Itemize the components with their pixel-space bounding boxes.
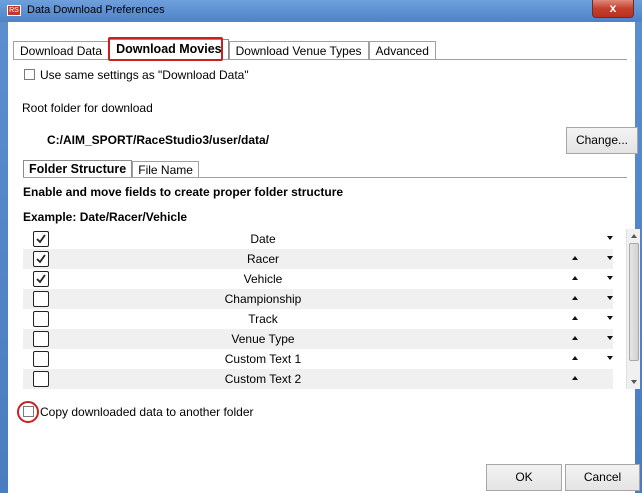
tab-file-name[interactable]: File Name	[132, 161, 199, 178]
title-bar[interactable]: RS Data Download Preferences x	[0, 0, 642, 22]
move-up-icon[interactable]	[570, 353, 580, 363]
checkmark-icon	[36, 234, 46, 244]
app-icon: RS	[7, 5, 21, 16]
root-folder-label: Root folder for download	[22, 101, 153, 115]
copy-data-label: Copy downloaded data to another folder	[40, 405, 254, 419]
sub-tab-divider	[23, 177, 627, 178]
tab-folder-structure[interactable]: Folder Structure	[23, 160, 133, 178]
tab-download-movies[interactable]: Download Movies	[109, 39, 229, 60]
field-checkbox[interactable]	[33, 331, 49, 347]
field-label: Championship	[224, 292, 302, 306]
list-item: Vehicle	[23, 269, 613, 289]
list-item: Championship	[23, 289, 613, 309]
move-down-icon[interactable]	[605, 313, 615, 323]
move-up-icon[interactable]	[570, 293, 580, 303]
root-folder-path: C:/AIM_SPORT/RaceStudio3/user/data/	[47, 133, 270, 147]
change-folder-button[interactable]: Change...	[566, 127, 638, 154]
checkmark-icon	[36, 254, 46, 264]
move-up-icon[interactable]	[570, 313, 580, 323]
scroll-down-icon[interactable]	[630, 378, 638, 386]
instructions-text: Enable and move fields to create proper …	[23, 185, 344, 199]
field-label: Vehicle	[243, 272, 283, 286]
sub-tab-bar: Folder Structure File Name	[23, 160, 199, 178]
tab-download-venue-types[interactable]: Download Venue Types	[228, 41, 369, 60]
close-button[interactable]: x	[592, 0, 634, 18]
list-scrollbar[interactable]	[626, 229, 640, 389]
move-down-icon[interactable]	[605, 293, 615, 303]
copy-data-checkbox[interactable]	[23, 406, 34, 417]
field-checkbox[interactable]	[33, 291, 49, 307]
scroll-thumb[interactable]	[629, 243, 639, 361]
move-up-icon[interactable]	[570, 273, 580, 283]
use-same-checkbox[interactable]	[24, 69, 35, 80]
tab-bar-divider	[13, 59, 627, 60]
field-checkbox[interactable]	[33, 271, 49, 287]
move-down-icon[interactable]	[605, 273, 615, 283]
list-item: Custom Text 1	[23, 349, 613, 369]
move-down-icon[interactable]	[605, 353, 615, 363]
move-down-icon[interactable]	[605, 253, 615, 263]
field-label: Custom Text 1	[224, 352, 302, 366]
field-label: Custom Text 2	[224, 372, 302, 386]
ok-button[interactable]: OK	[486, 464, 562, 491]
field-checkbox[interactable]	[33, 351, 49, 367]
field-checkbox[interactable]	[33, 311, 49, 327]
move-down-icon[interactable]	[605, 333, 615, 343]
main-tab-bar: Download Data Download Movies Download V…	[13, 39, 436, 60]
window-title: Data Download Preferences	[27, 4, 165, 16]
list-item: Racer	[23, 249, 613, 269]
use-same-label: Use same settings as "Download Data"	[40, 68, 249, 82]
field-label: Date	[250, 232, 276, 246]
field-checkbox[interactable]	[33, 371, 49, 387]
list-item: Custom Text 2	[23, 369, 613, 389]
tab-advanced[interactable]: Advanced	[368, 41, 436, 60]
field-label: Track	[248, 312, 278, 326]
move-down-icon[interactable]	[605, 233, 615, 243]
field-checkbox[interactable]	[33, 251, 49, 267]
list-item: Track	[23, 309, 613, 329]
field-label: Racer	[246, 252, 279, 266]
example-text: Example: Date/Racer/Vehicle	[23, 210, 188, 224]
list-item: Date	[23, 229, 613, 249]
move-up-icon[interactable]	[570, 373, 580, 383]
folder-field-list: Date Racer Vehicle Championship Track Venue T…	[23, 229, 627, 391]
move-up-icon[interactable]	[570, 253, 580, 263]
field-checkbox[interactable]	[33, 231, 49, 247]
scroll-up-icon[interactable]	[630, 232, 638, 240]
move-up-icon[interactable]	[570, 333, 580, 343]
checkmark-icon	[36, 274, 46, 284]
field-label: Venue Type	[231, 332, 295, 346]
cancel-button[interactable]: Cancel	[565, 464, 640, 491]
list-item: Venue Type	[23, 329, 613, 349]
tab-download-data[interactable]: Download Data	[13, 41, 110, 60]
